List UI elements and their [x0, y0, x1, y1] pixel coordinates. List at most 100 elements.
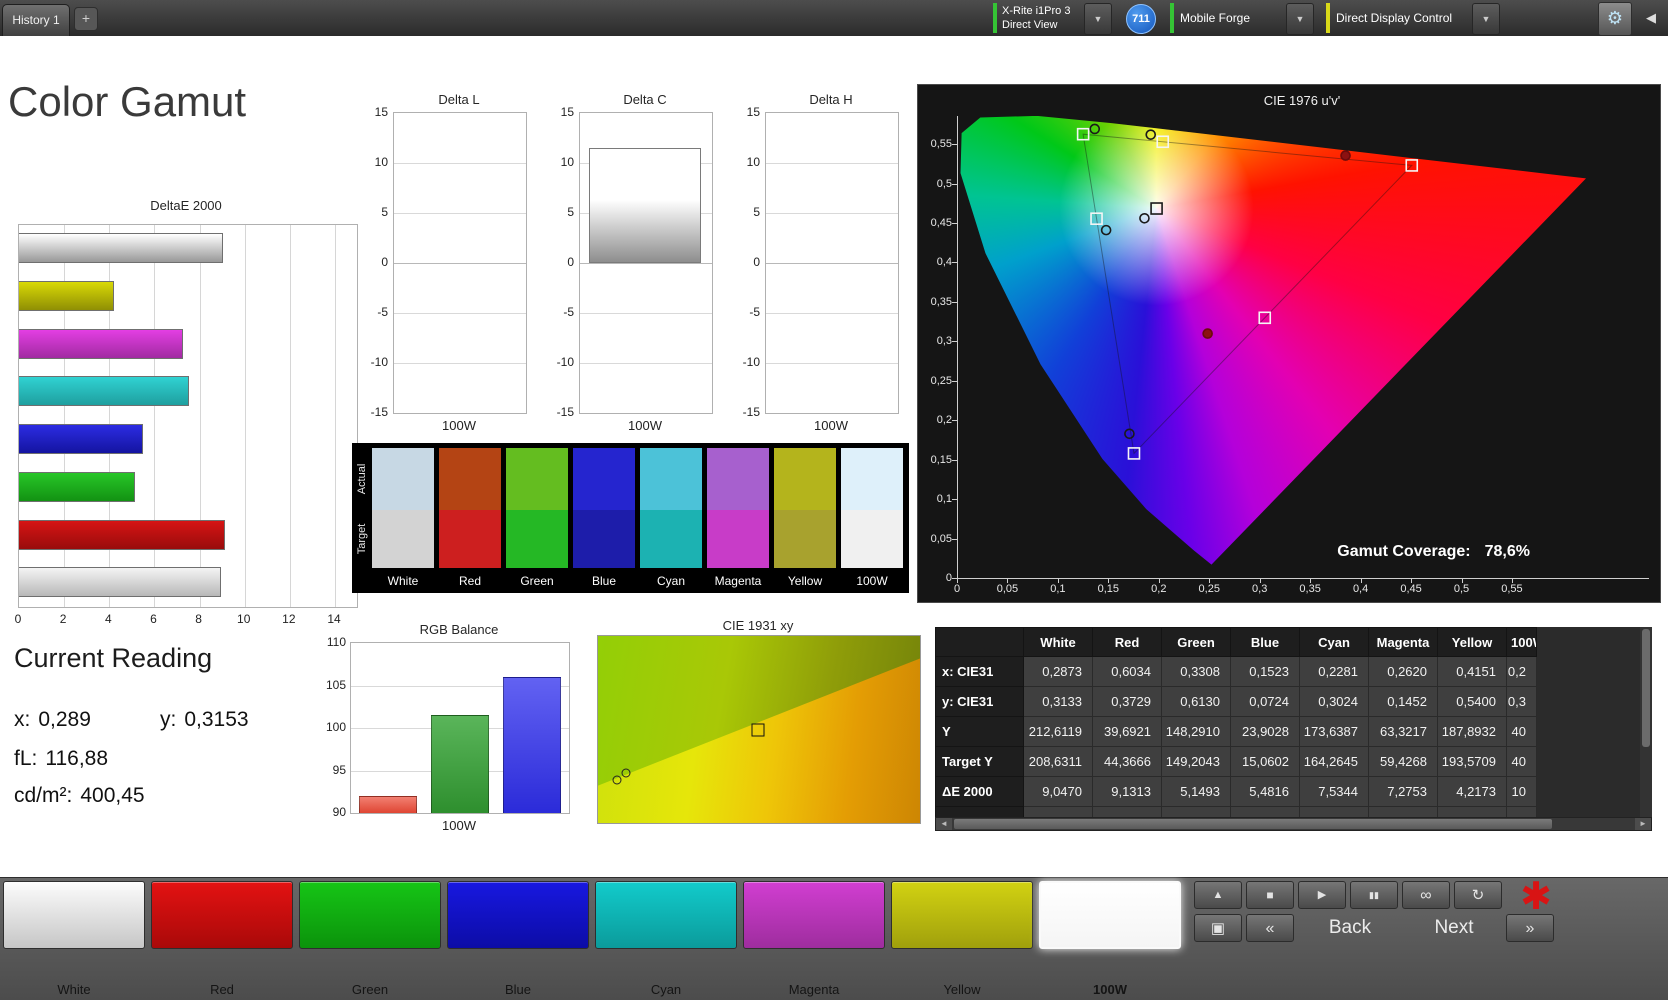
coverage-value: 78,6%	[1484, 543, 1530, 560]
gridline	[394, 313, 526, 314]
table-cell: 0,3308	[1161, 656, 1231, 687]
next-button[interactable]: Next	[1404, 914, 1504, 942]
table-cell: 63,3217	[1368, 716, 1438, 747]
patch-label-yellow: Yellow	[943, 982, 981, 997]
x-axis-labels: 0 2 4 6 8 10 12 14	[15, 612, 356, 628]
swatch-actual-magenta	[707, 448, 769, 510]
transport-options-button[interactable]: ▲	[1194, 881, 1242, 909]
patch-button-red[interactable]	[151, 881, 293, 949]
patch-button-cyan[interactable]	[595, 881, 737, 949]
y-axis-labels: 110 105 100 95 90	[316, 622, 348, 840]
swatch-target-white	[372, 510, 434, 568]
display-dropdown-button[interactable]: ▼	[1472, 3, 1500, 35]
table-cell: 5,4816	[1230, 776, 1300, 807]
measurement-marker-yellow	[1145, 129, 1157, 140]
table-cell: 7,2753	[1368, 776, 1438, 807]
col-header-magenta: Magenta	[1368, 627, 1438, 657]
table-cell: 30,6364	[1161, 806, 1231, 817]
patch-button-blue[interactable]	[447, 881, 589, 949]
deltae-bar-100w	[19, 567, 221, 597]
source-dropdown-button[interactable]: ▼	[1286, 3, 1314, 35]
table-cell: 40	[1506, 746, 1537, 777]
add-tab-button[interactable]: +	[74, 7, 98, 31]
page-title: Color Gamut	[8, 78, 247, 125]
target-marker-white	[1150, 202, 1163, 215]
axis-tick-label: -15	[742, 405, 760, 419]
axis-tick-label: 15	[746, 105, 760, 119]
table-cell: 149,2043	[1161, 746, 1231, 777]
history-tab[interactable]: History 1	[2, 4, 70, 36]
col-header-100w: 100W	[1506, 627, 1537, 657]
gridline	[580, 363, 712, 364]
patch-button-magenta[interactable]	[743, 881, 885, 949]
reading-y: y: 0,3153	[160, 708, 249, 732]
reading-cdm2: cd/m²: 400,45	[14, 784, 145, 808]
alert-asterisk-icon[interactable]: ✱	[1512, 874, 1560, 920]
reading-cdm2-value: 400,45	[80, 784, 145, 807]
delta-h-chart: Delta H 15 10 5 0 -5 -10 -15 100W	[732, 92, 900, 444]
deltae-bar-red	[19, 520, 225, 550]
top-bar: History 1 + X-Rite i1Pro 3 Direct View ▼…	[0, 0, 1668, 36]
scrollbar-thumb[interactable]	[954, 819, 1552, 829]
col-header-red: Red	[1092, 627, 1162, 657]
patch-button-100w[interactable]	[1039, 881, 1181, 949]
tick-mark	[952, 341, 957, 343]
reading-x-value: 0,289	[38, 708, 91, 731]
swatch-label: Green	[520, 574, 554, 588]
back-button[interactable]: Back	[1300, 914, 1400, 942]
table-cell: 5,1493	[1161, 776, 1231, 807]
axis-tick-label: 10	[374, 155, 388, 169]
tick-mark	[952, 420, 957, 422]
patch-button-green[interactable]	[299, 881, 441, 949]
axis-tick-label: 0,45	[930, 216, 952, 229]
meter-count-badge: 711	[1126, 4, 1156, 34]
patch-label-green: Green	[351, 982, 389, 997]
chart-title: Delta L	[438, 92, 480, 107]
transport-refresh-button[interactable]: ↻	[1454, 881, 1502, 909]
x-axis-label: 100W	[442, 818, 476, 833]
swatch-actual-cyan	[640, 448, 702, 510]
axis-tick-label: 0,2	[936, 414, 952, 427]
scroll-right-button[interactable]: ►	[1635, 818, 1651, 830]
table-cell: 187,8932	[1437, 716, 1507, 747]
chromaticity-zoom-area	[597, 635, 921, 824]
back-arrows-button[interactable]: «	[1246, 914, 1294, 942]
axis-tick-label: 0,4	[1352, 583, 1369, 595]
table-horizontal-scrollbar[interactable]: ◄ ►	[935, 817, 1652, 831]
axis-tick-label: 5	[567, 205, 574, 219]
table-vertical-scrollbar[interactable]	[1640, 627, 1652, 817]
reading-x: x: 0,289	[14, 708, 91, 732]
current-reading-title: Current Reading	[14, 643, 213, 673]
transport-pause-button[interactable]: ▮▮	[1350, 881, 1398, 909]
swatch-label: Red	[458, 574, 481, 588]
collapse-panel-icon[interactable]: ◀	[1646, 10, 1656, 26]
swatch-label: Blue	[591, 574, 617, 588]
gridline	[394, 363, 526, 364]
swatch-actual-100w	[841, 448, 903, 510]
plot-area	[350, 642, 570, 814]
patch-button-white[interactable]	[3, 881, 145, 949]
swatch-label: Magenta	[714, 574, 762, 588]
swatch-actual-blue	[573, 448, 635, 510]
rgb-bar-red	[359, 796, 417, 813]
swatch-actual-red	[439, 448, 501, 510]
x-axis	[957, 578, 1649, 579]
tick-mark	[1259, 578, 1261, 583]
scroll-left-button[interactable]: ◄	[936, 818, 952, 830]
transport-play-button[interactable]: ▶	[1298, 881, 1346, 909]
table-cell: 15,3746	[1023, 806, 1093, 817]
meter-dropdown-button[interactable]: ▼	[1084, 3, 1112, 35]
swatch-target-blue	[573, 510, 635, 568]
axis-tick-label: 0	[381, 255, 388, 269]
single-measure-button[interactable]: ▣	[1194, 914, 1242, 942]
tick-mark	[952, 262, 957, 264]
transport-continuous-button[interactable]: ∞	[1402, 881, 1450, 909]
settings-gear-button[interactable]: ⚙	[1598, 2, 1632, 36]
scrollbar-thumb[interactable]	[1642, 629, 1650, 747]
transport-stop-button[interactable]: ■	[1246, 881, 1294, 909]
patch-button-yellow[interactable]	[891, 881, 1033, 949]
gridline	[580, 313, 712, 314]
tick-mark	[952, 301, 957, 303]
gridline	[766, 313, 898, 314]
chart-title: CIE 1976 u'v'	[1263, 93, 1341, 108]
